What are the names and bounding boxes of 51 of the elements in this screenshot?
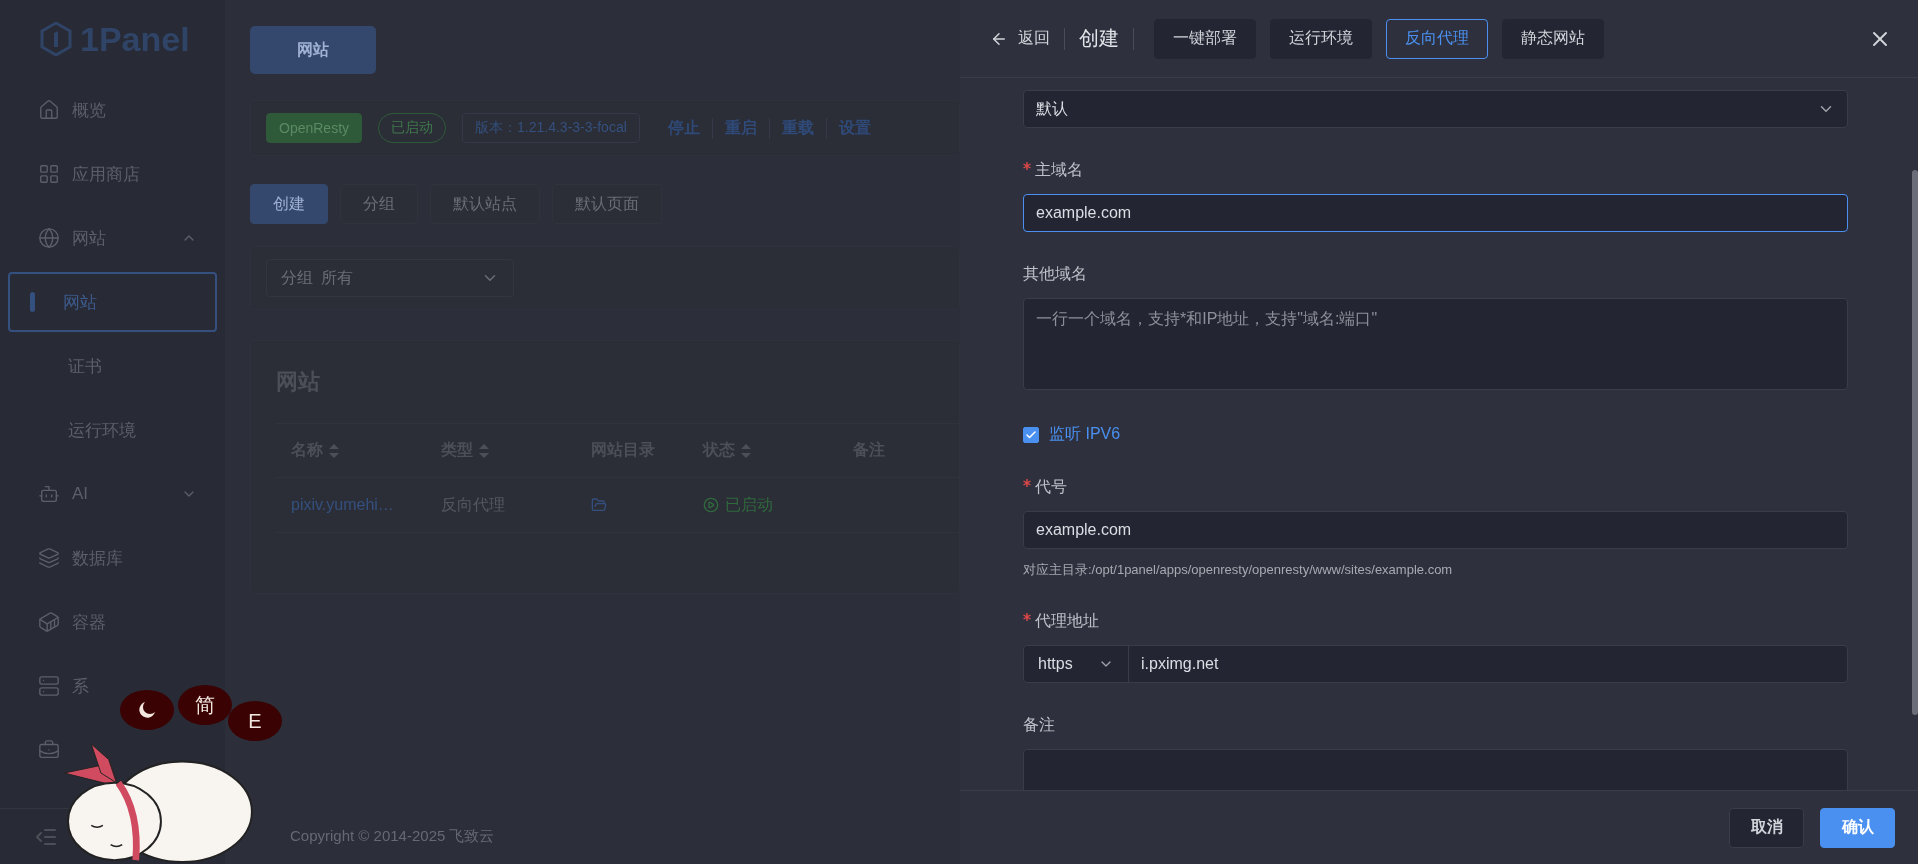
toolbar-button[interactable]: 默认站点 [430, 184, 540, 224]
toolbar-button[interactable]: 默认页面 [552, 184, 662, 224]
scrollbar-thumb[interactable] [1912, 170, 1918, 715]
sort-icon[interactable] [741, 443, 751, 458]
version-tag: 版本：1.21.4.3-3-3-focal [462, 113, 640, 143]
group-filter-select[interactable]: 分组 所有 [266, 259, 514, 297]
layers-icon [38, 547, 60, 569]
box-icon [38, 611, 60, 633]
hint-text: 对应主目录:/opt/1panel/apps/openresty/openresty/www/sites/example.com [1023, 561, 1454, 579]
action-link[interactable]: 重启 [711, 117, 769, 139]
sort-icon[interactable] [479, 443, 489, 458]
tab[interactable]: 反向代理 [1386, 18, 1488, 59]
back-button[interactable]: 返回 [990, 28, 1050, 49]
toolbar-button[interactable]: 分组 [340, 184, 418, 224]
status-text: 已启动 [725, 494, 773, 515]
tab[interactable]: 运行环境 [1270, 18, 1372, 59]
field-label: 主域名 [1035, 160, 1083, 180]
play-circle-icon[interactable] [703, 497, 719, 513]
page-tab[interactable]: 网站 [250, 26, 376, 74]
copyright-text: Copyright © 2014-2025 飞致云 [290, 826, 495, 846]
textarea-field[interactable]: 一行一个域名，支持*和IP地址，支持"域名:端口" [1023, 298, 1848, 390]
tab[interactable]: 静态网站 [1502, 18, 1604, 59]
toolbar-button[interactable]: 创建 [250, 184, 328, 224]
folder-icon[interactable] [591, 497, 607, 513]
field-label: 代号 [1035, 477, 1067, 497]
cancel-button[interactable]: 取消 [1729, 807, 1804, 848]
field-label: 备注 [1023, 715, 1055, 735]
moon-icon [137, 700, 157, 720]
server-icon [38, 675, 60, 697]
tab[interactable]: 一键部署 [1154, 18, 1256, 59]
robot-icon [38, 483, 60, 505]
action-link[interactable]: 停止 [655, 117, 712, 139]
hexagon-logo-icon [40, 22, 72, 56]
confirm-button[interactable]: 确认 [1820, 807, 1895, 848]
grid-icon [38, 163, 60, 185]
field-label: 代理地址 [1035, 611, 1099, 631]
action-link[interactable]: 设置 [825, 117, 883, 139]
briefcase-icon [38, 739, 60, 761]
input-field[interactable]: example.com [1023, 511, 1848, 549]
sidebar-subitem[interactable]: 网站 [8, 272, 217, 332]
globe-icon [38, 227, 60, 249]
select-field[interactable]: 默认 [1023, 90, 1848, 128]
drawer-title: 创建 [1079, 26, 1119, 51]
sort-icon[interactable] [329, 443, 339, 458]
ipv6-checkbox[interactable]: 监听 IPV6 [1023, 424, 1848, 445]
field-label: 其他域名 [1023, 264, 1087, 284]
home-icon [38, 99, 60, 121]
site-link[interactable]: pixiv.yumehi… [276, 496, 426, 514]
action-link[interactable]: 重载 [768, 117, 826, 139]
checkbox-icon[interactable] [1023, 426, 1039, 443]
input-field[interactable]: example.com [1023, 194, 1848, 232]
